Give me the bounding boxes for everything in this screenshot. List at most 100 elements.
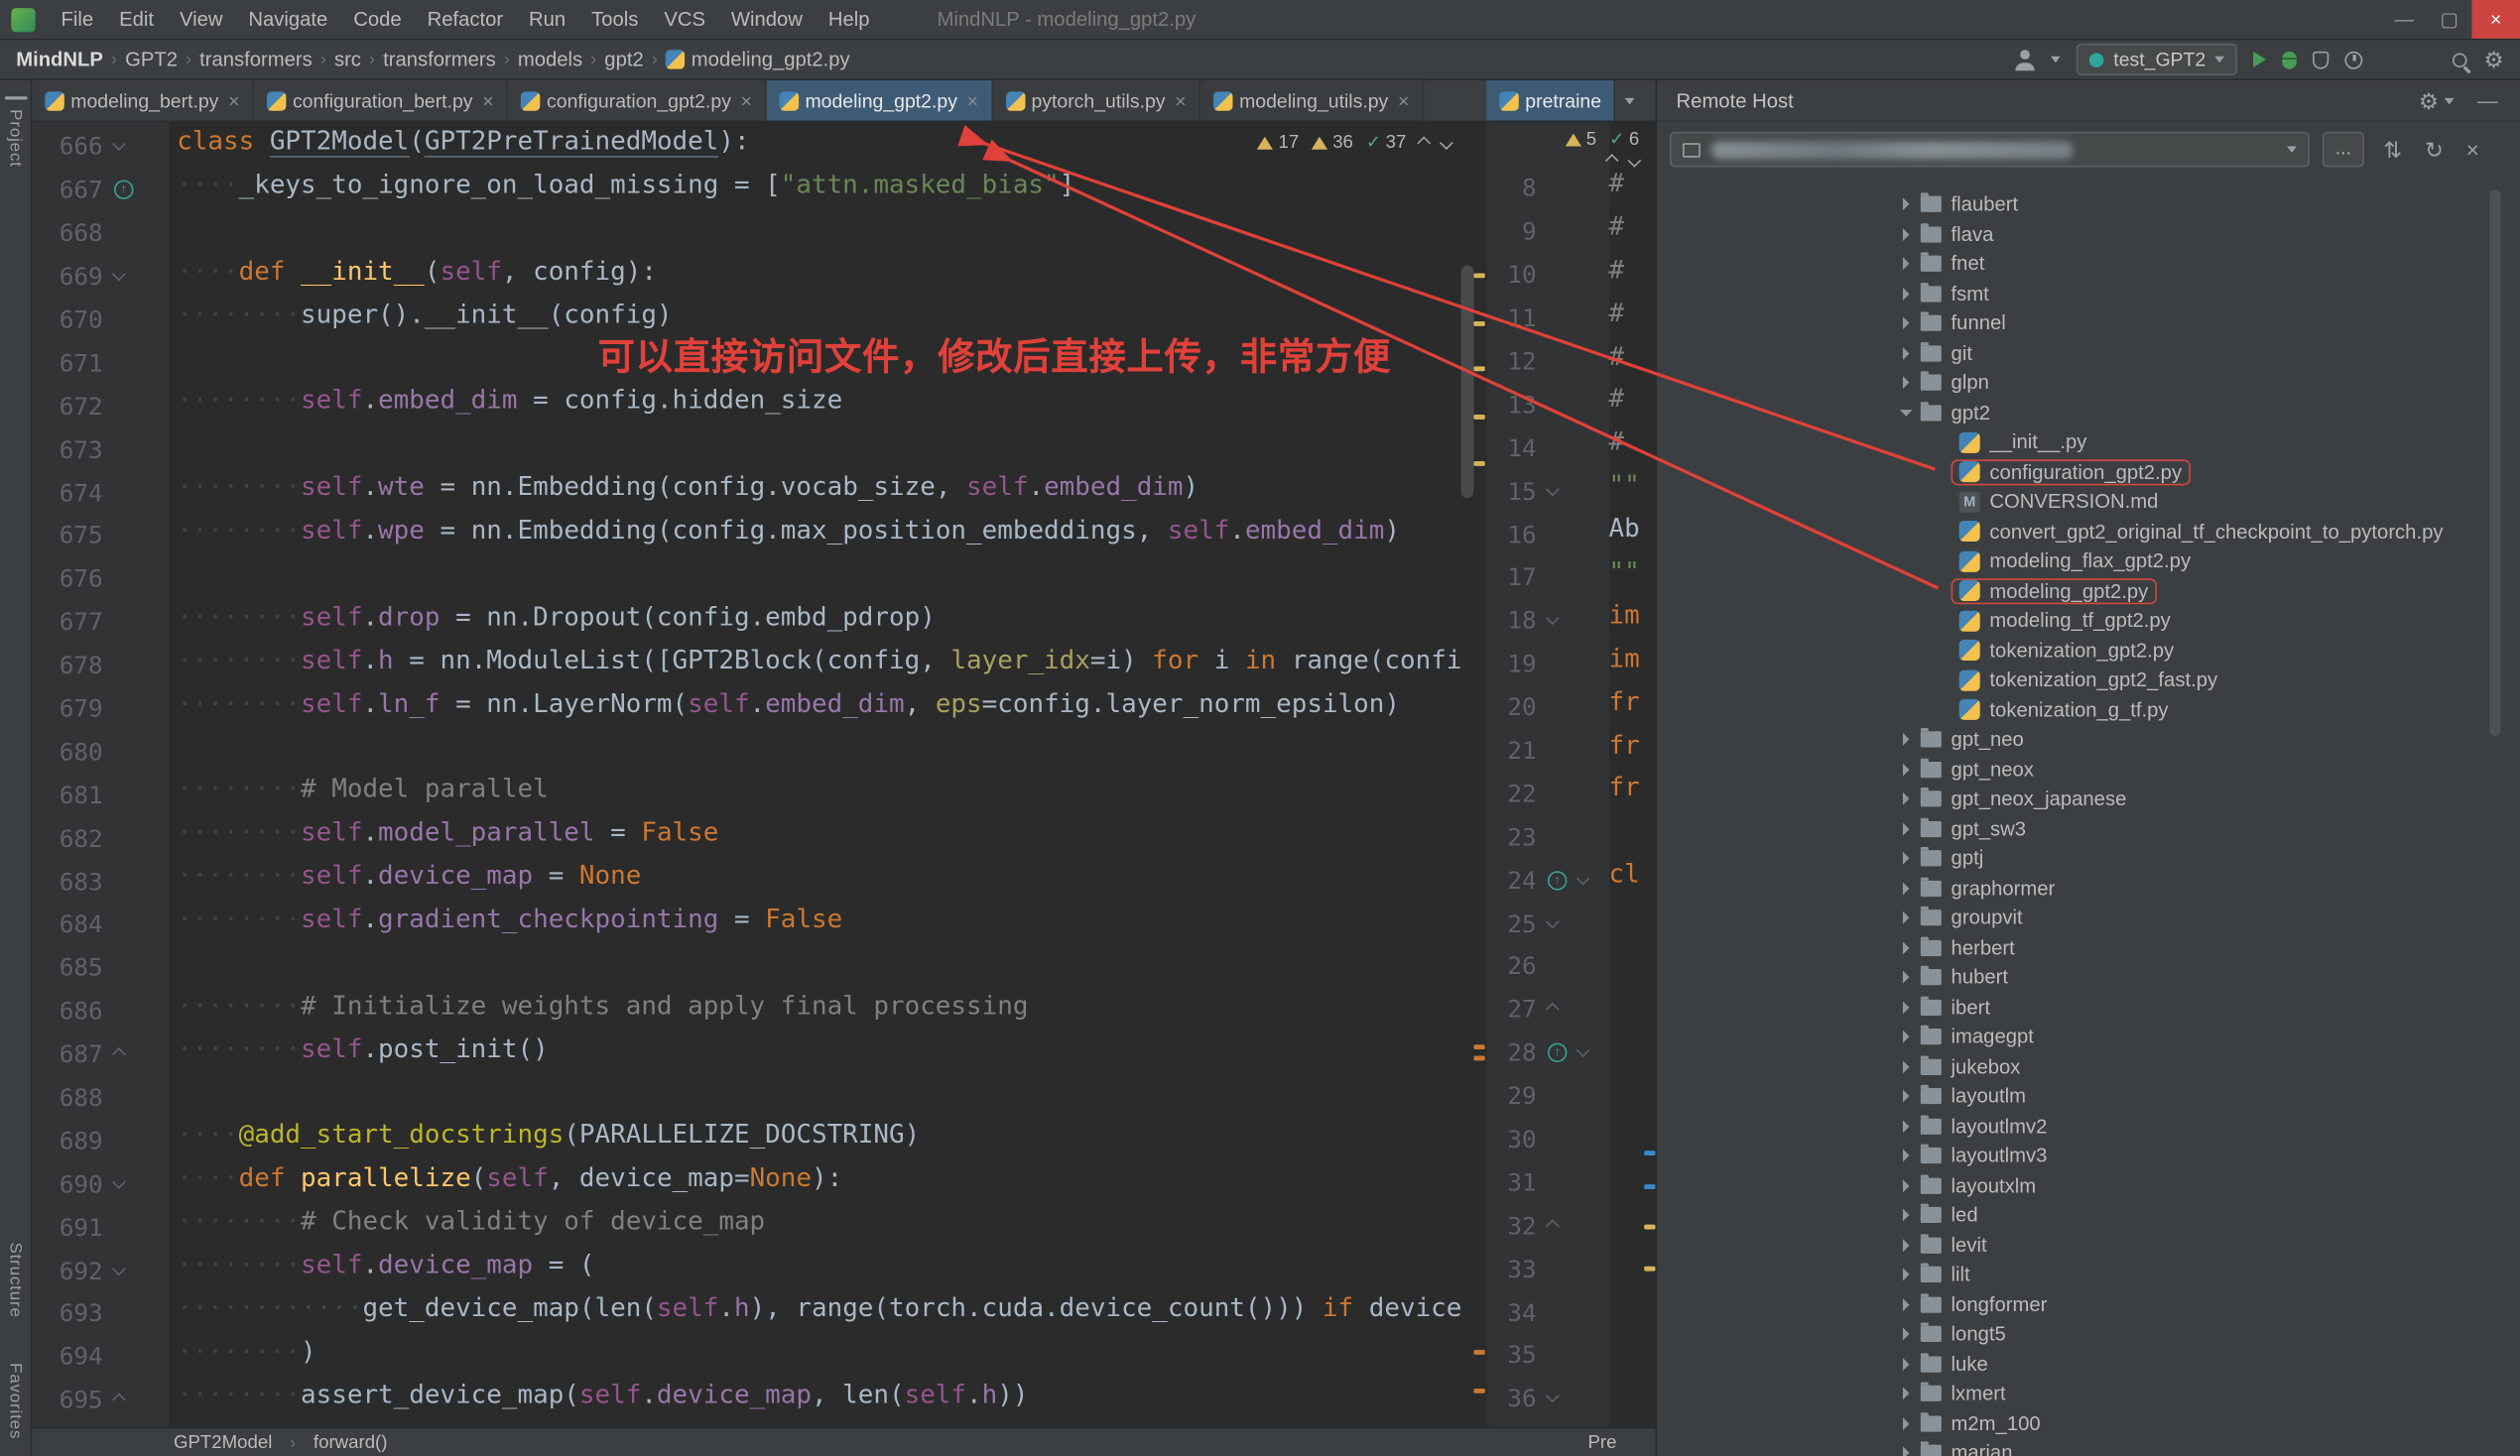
chevron-right-icon[interactable] — [1903, 822, 1909, 835]
chevron-right-icon[interactable] — [1903, 1031, 1909, 1043]
breadcrumb-item-modeling_gpt2-py[interactable]: modeling_gpt2.py — [666, 49, 850, 71]
breadcrumb-item-transformers[interactable]: transformers — [383, 49, 496, 71]
chevron-down-icon[interactable] — [1900, 410, 1913, 416]
next-problem-icon[interactable] — [1628, 154, 1642, 168]
search-icon[interactable] — [2454, 53, 2468, 67]
user-icon[interactable] — [2014, 49, 2035, 69]
chevron-right-icon[interactable] — [1903, 1447, 1909, 1456]
tree-item-tokenization_gpt2_fast-py[interactable]: tokenization_gpt2_fast.py — [1657, 666, 2520, 695]
chevron-right-icon[interactable] — [1903, 377, 1909, 390]
tree-item-lxmert[interactable]: lxmert — [1657, 1379, 2520, 1408]
tree-item-tokenization_gpt2-py[interactable]: tokenization_gpt2.py — [1657, 636, 2520, 666]
tool-button-project[interactable]: Project — [6, 96, 25, 168]
tree-item-imagegpt[interactable]: imagegpt — [1657, 1023, 2520, 1052]
prev-problem-icon[interactable] — [1417, 136, 1431, 150]
chevron-right-icon[interactable] — [1903, 1298, 1909, 1311]
tab-close-icon[interactable]: × — [1175, 91, 1186, 110]
fold-marker-icon[interactable] — [1576, 1044, 1590, 1058]
fold-marker-icon[interactable] — [1546, 914, 1560, 928]
tree-item-jukebox[interactable]: jukebox — [1657, 1051, 2520, 1081]
fold-marker-icon[interactable] — [112, 1175, 126, 1189]
run-config-select[interactable]: test_GPT2 — [2077, 44, 2238, 75]
tree-item-fsmt[interactable]: fsmt — [1657, 279, 2520, 308]
chevron-right-icon[interactable] — [1903, 941, 1909, 954]
tree-item-configuration_gpt2-py[interactable]: configuration_gpt2.py — [1657, 457, 2520, 487]
fold-marker-icon[interactable] — [1546, 482, 1560, 496]
tree-item-gpt_neox_japanese[interactable]: gpt_neox_japanese — [1657, 785, 2520, 814]
menu-edit[interactable]: Edit — [106, 0, 167, 39]
chevron-right-icon[interactable] — [1903, 1388, 1909, 1400]
refresh-icon[interactable]: ↻ — [2425, 136, 2444, 164]
chevron-right-icon[interactable] — [1903, 1001, 1909, 1014]
profiler-button[interactable] — [2345, 51, 2363, 68]
coverage-button[interactable] — [2314, 51, 2330, 68]
tree-item-m2m_100[interactable]: m2m_100 — [1657, 1408, 2520, 1438]
menu-run[interactable]: Run — [516, 0, 578, 39]
fold-marker-icon[interactable] — [112, 1262, 126, 1275]
fold-marker-icon[interactable] — [1576, 871, 1590, 885]
run-button[interactable] — [2254, 52, 2267, 67]
tab-close-icon[interactable]: × — [967, 91, 978, 110]
chevron-right-icon[interactable] — [1903, 763, 1909, 776]
breadcrumb-item-GPT2[interactable]: GPT2 — [125, 49, 178, 71]
maximize-button[interactable]: ▢ — [2427, 0, 2471, 39]
chevron-down-icon[interactable] — [2051, 57, 2061, 62]
tab-close-icon[interactable]: × — [1398, 91, 1409, 110]
tree-item-ibert[interactable]: ibert — [1657, 993, 2520, 1023]
tree-item-flava[interactable]: flava — [1657, 219, 2520, 249]
fold-marker-icon[interactable] — [112, 138, 126, 152]
tree-item-gpt_neox[interactable]: gpt_neox — [1657, 755, 2520, 785]
editor-tab-pretraine[interactable]: pretraine — [1486, 80, 1615, 121]
tab-close-icon[interactable]: × — [228, 91, 239, 110]
chevron-right-icon[interactable] — [1903, 1417, 1909, 1430]
editor-scrollbar[interactable] — [1460, 265, 1473, 498]
server-select[interactable] — [1670, 132, 2310, 168]
tree-item-layoutlmv2[interactable]: layoutlmv2 — [1657, 1111, 2520, 1141]
menu-view[interactable]: View — [167, 0, 235, 39]
tree-item-lilt[interactable]: lilt — [1657, 1260, 2520, 1289]
tool-button-structure[interactable]: Structure — [6, 1243, 25, 1318]
chevron-right-icon[interactable] — [1903, 1120, 1909, 1133]
tree-item-layoutlmv3[interactable]: layoutlmv3 — [1657, 1141, 2520, 1170]
editor-tab-modeling_gpt2-py[interactable]: modeling_gpt2.py× — [767, 80, 993, 121]
tree-item-longt5[interactable]: longt5 — [1657, 1319, 2520, 1349]
breadcrumb-item-transformers[interactable]: transformers — [199, 49, 313, 71]
chevron-right-icon[interactable] — [1903, 198, 1909, 211]
tree-item-groupvit[interactable]: groupvit — [1657, 904, 2520, 933]
menu-tools[interactable]: Tools — [578, 0, 651, 39]
chevron-right-icon[interactable] — [1903, 1179, 1909, 1192]
chevron-right-icon[interactable] — [1903, 317, 1909, 330]
tree-item-herbert[interactable]: herbert — [1657, 933, 2520, 963]
fold-marker-icon[interactable] — [112, 268, 126, 282]
tab-close-icon[interactable]: × — [741, 91, 752, 110]
tree-item-glpn[interactable]: glpn — [1657, 368, 2520, 398]
chevron-right-icon[interactable] — [1903, 971, 1909, 984]
tree-item-levit[interactable]: levit — [1657, 1230, 2520, 1260]
chevron-right-icon[interactable] — [1903, 852, 1909, 865]
tree-scrollbar[interactable] — [2489, 189, 2500, 736]
breadcrumb-item-MindNLP[interactable]: MindNLP — [16, 49, 103, 71]
chevron-right-icon[interactable] — [1903, 1269, 1909, 1281]
fold-marker-icon[interactable] — [112, 1394, 126, 1407]
editor-tab-modeling_utils-py[interactable]: modeling_utils.py× — [1200, 80, 1424, 121]
override-gutter-icon[interactable]: ↑ — [114, 181, 133, 199]
chevron-right-icon[interactable] — [1903, 792, 1909, 805]
chevron-right-icon[interactable] — [1903, 1209, 1909, 1222]
editor-tab-configuration_bert-py[interactable]: configuration_bert.py× — [254, 80, 508, 121]
breadcrumb-item-models[interactable]: models — [518, 49, 582, 71]
editor-pane-main[interactable]: 666667↑668669670671672673674675676677678… — [32, 122, 1486, 1427]
close-panel-icon[interactable]: × — [2466, 137, 2479, 163]
hidden-tabs-dropdown-icon[interactable] — [1625, 97, 1635, 103]
fold-marker-icon[interactable] — [1546, 1003, 1560, 1017]
menu-code[interactable]: Code — [340, 0, 414, 39]
tree-item-git[interactable]: git — [1657, 338, 2520, 368]
tree-item-led[interactable]: led — [1657, 1200, 2520, 1230]
fold-marker-icon[interactable] — [1546, 1219, 1560, 1233]
tree-item-flaubert[interactable]: flaubert — [1657, 189, 2520, 219]
menu-navigate[interactable]: Navigate — [235, 0, 340, 39]
tree-item-layoutxlm[interactable]: layoutxlm — [1657, 1170, 2520, 1200]
split-breadcrumb[interactable]: Pre — [1587, 1432, 1616, 1451]
tree-item-luke[interactable]: luke — [1657, 1349, 2520, 1379]
menu-help[interactable]: Help — [816, 0, 883, 39]
tool-button-favorites[interactable]: Favorites — [6, 1364, 25, 1440]
